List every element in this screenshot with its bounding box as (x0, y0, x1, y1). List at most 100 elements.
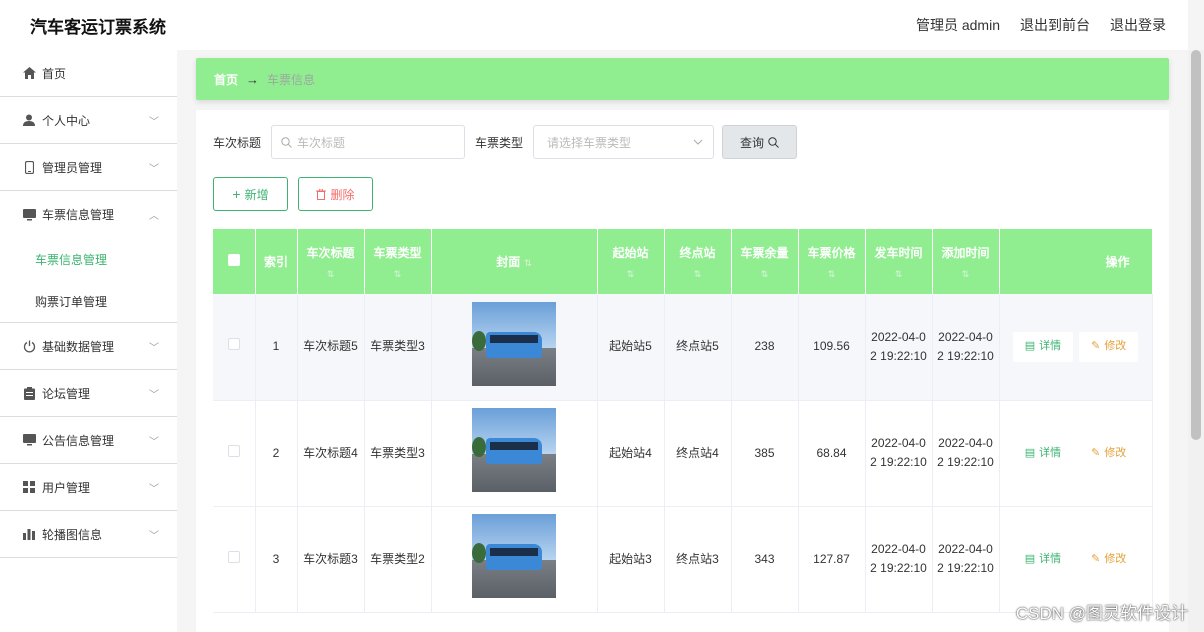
table-row: 1 车次标题5 车票类型3 起始站5 终点站5 238 109.56 2022-… (213, 294, 1153, 400)
delete-button[interactable]: 删除 (298, 177, 373, 211)
sidebar-item-personal[interactable]: 个人中心 ﹀ (0, 97, 177, 144)
sidebar-item-label: 个人中心 (42, 113, 91, 128)
title-search-input[interactable]: 车次标题 (271, 125, 466, 159)
select-all-cell[interactable] (213, 229, 256, 294)
sort-icon[interactable]: ⇅ (524, 258, 532, 268)
cell-remaining: 343 (731, 506, 799, 612)
sidebar-item-basic-data[interactable]: 基础数据管理 ﹀ (0, 323, 177, 370)
user-icon (22, 113, 36, 127)
detail-button[interactable]: ▤ 详情 (1012, 544, 1074, 574)
add-button-label: 新增 (244, 187, 269, 202)
clipboard-icon (22, 386, 36, 400)
content-panel: 车次标题 车次标题 车票类型 请选择车票类型 查询 + 新增 删除 索引 车次标… (196, 110, 1169, 632)
col-remaining-label: 车票余量 (740, 245, 789, 260)
chevron-up-icon: ︿ (149, 211, 159, 222)
col-start-label: 起始站 (612, 245, 649, 260)
type-select-label: 车票类型 (475, 135, 524, 150)
pencil-icon: ✎ (1091, 446, 1101, 459)
col-type[interactable]: 车票类型 ⇅ (364, 229, 432, 294)
sidebar-subitem-order[interactable]: 购票订单管理 (0, 280, 177, 322)
chevron-down-icon: ﹀ (149, 436, 159, 448)
cell-cover (431, 506, 598, 612)
watermark: CSDN @图灵软件设计 (1015, 604, 1188, 623)
row-checkbox[interactable] (227, 338, 240, 351)
col-end[interactable]: 终点站 ⇅ (664, 229, 732, 294)
row-checkbox-cell[interactable] (213, 400, 256, 506)
sort-icon[interactable]: ⇅ (868, 269, 930, 280)
sidebar-item-notice[interactable]: 公告信息管理 ﹀ (0, 417, 177, 464)
col-cover[interactable]: 封面 ⇅ (431, 229, 598, 294)
logout-link[interactable]: 退出登录 (1110, 15, 1166, 35)
sort-icon[interactable]: ⇅ (300, 269, 362, 280)
sidebar-item-label: 论坛管理 (42, 386, 91, 401)
cell-depart: 2022-04-02 19:22:10 (865, 294, 933, 400)
page-scrollbar[interactable] (1188, 50, 1204, 632)
cell-type: 车票类型3 (364, 294, 432, 400)
cell-start: 起始站4 (597, 400, 665, 506)
bus-cover-image (472, 408, 556, 492)
front-link[interactable]: 退出到前台 (1020, 15, 1090, 35)
home-icon (22, 66, 36, 80)
admin-label: 管理员 admin (915, 17, 1000, 33)
col-price[interactable]: 车票价格 ⇅ (798, 229, 866, 294)
sidebar-item-admin[interactable]: 管理员管理 ﹀ (0, 144, 177, 191)
sidebar-item-carousel[interactable]: 轮播图信息 ﹀ (0, 511, 177, 558)
sidebar-item-label: 用户管理 (42, 480, 91, 495)
scrollbar-thumb[interactable] (1191, 50, 1201, 440)
sidebar-item-home[interactable]: 首页 (0, 50, 177, 97)
detail-button[interactable]: ▤ 详情 (1012, 438, 1074, 468)
delete-button-label: 删除 (330, 187, 355, 202)
row-checkbox[interactable] (227, 444, 240, 457)
row-checkbox-cell[interactable] (213, 506, 256, 612)
col-end-label: 终点站 (679, 245, 716, 260)
type-select[interactable]: 请选择车票类型 (533, 125, 715, 159)
sidebar-item-label: 车票信息管理 (42, 208, 115, 222)
search-row: 车次标题 车次标题 车票类型 请选择车票类型 查询 (213, 125, 798, 159)
sort-icon[interactable]: ⇅ (734, 269, 796, 280)
cell-depart: 2022-04-02 19:22:10 (865, 400, 933, 506)
edit-button[interactable]: ✎ 修改 (1079, 331, 1139, 362)
bar-chart-icon (22, 527, 36, 541)
col-added[interactable]: 添加时间 ⇅ (932, 229, 1000, 294)
query-button[interactable]: 查询 (722, 125, 798, 159)
col-start[interactable]: 起始站 ⇅ (597, 229, 665, 294)
select-all-checkbox[interactable] (227, 254, 240, 266)
sort-icon[interactable]: ⇅ (801, 269, 863, 280)
cell-price: 109.56 (798, 294, 866, 400)
detail-button[interactable]: ▤ 详情 (1012, 331, 1074, 362)
sort-icon[interactable]: ⇅ (667, 269, 729, 280)
edit-button[interactable]: ✎ 修改 (1079, 438, 1139, 468)
header-actions: 管理员 admin 退出到前台 退出登录 (916, 15, 1166, 35)
breadcrumb-current: 车票信息 (267, 72, 316, 87)
col-remaining[interactable]: 车票余量 ⇅ (731, 229, 799, 294)
sidebar-item-forum[interactable]: 论坛管理 ﹀ (0, 370, 177, 417)
sidebar-item-label: 首页 (42, 66, 67, 81)
table-row: 3 车次标题3 车票类型2 起始站3 终点站3 343 127.87 2022-… (213, 506, 1153, 612)
sidebar-item-label: 基础数据管理 (42, 339, 115, 354)
search-icon (768, 136, 779, 148)
cell-remaining: 385 (731, 400, 799, 506)
sidebar-item-label: 公告信息管理 (42, 433, 115, 448)
cell-ops: ▤ 详情 ✎ 修改 (999, 400, 1153, 506)
edit-button[interactable]: ✎ 修改 (1079, 544, 1139, 574)
cell-cover (431, 400, 598, 506)
chevron-down-icon: ﹀ (149, 342, 159, 354)
sidebar-item-user[interactable]: 用户管理 ﹀ (0, 464, 177, 511)
sort-icon[interactable]: ⇅ (600, 269, 662, 280)
sidebar-item-ticket-info[interactable]: 车票信息管理 ︿ (0, 191, 177, 238)
add-button[interactable]: + 新增 (213, 177, 288, 211)
col-title[interactable]: 车次标题 ⇅ (297, 229, 365, 294)
title-search-placeholder: 车次标题 (297, 135, 346, 150)
col-depart[interactable]: 发车时间 ⇅ (865, 229, 933, 294)
col-cover-label: 封面 (496, 255, 521, 269)
document-icon: ▤ (1024, 552, 1036, 565)
sidebar-subitem-ticket-info[interactable]: 车票信息管理 (0, 238, 177, 280)
row-checkbox[interactable] (227, 550, 240, 563)
row-checkbox-cell[interactable] (213, 294, 256, 400)
cell-end: 终点站5 (664, 294, 732, 400)
sort-icon[interactable]: ⇅ (367, 269, 429, 280)
sort-icon[interactable]: ⇅ (935, 269, 997, 280)
breadcrumb-home[interactable]: 首页 (214, 71, 238, 88)
plus-icon: + (232, 186, 241, 202)
detail-button-label: 详情 (1039, 552, 1062, 565)
